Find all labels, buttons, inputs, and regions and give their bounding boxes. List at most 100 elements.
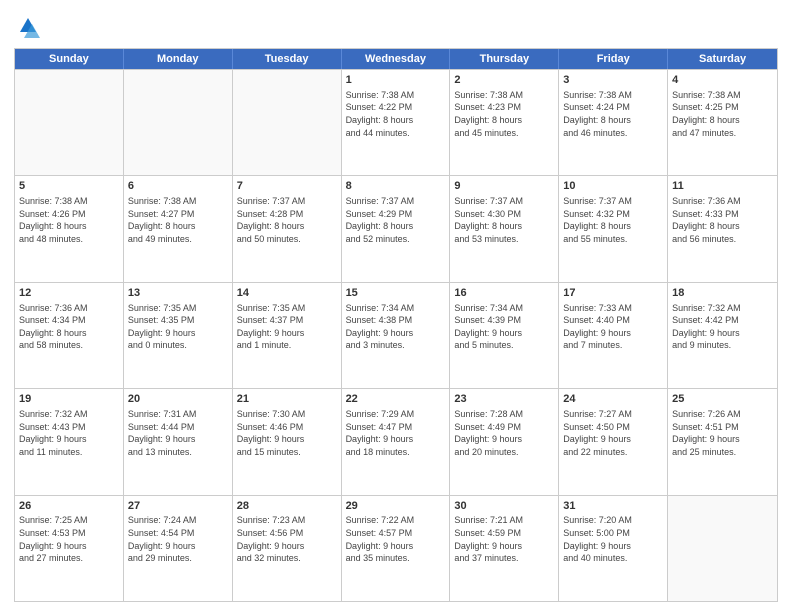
cal-cell: 30Sunrise: 7:21 AM Sunset: 4:59 PM Dayli… [450, 496, 559, 601]
day-number: 19 [19, 392, 119, 407]
cell-content: Sunrise: 7:35 AM Sunset: 4:37 PM Dayligh… [237, 302, 337, 352]
day-number: 30 [454, 499, 554, 514]
cal-cell: 7Sunrise: 7:37 AM Sunset: 4:28 PM Daylig… [233, 176, 342, 281]
day-number: 7 [237, 179, 337, 194]
cell-content: Sunrise: 7:36 AM Sunset: 4:33 PM Dayligh… [672, 195, 773, 245]
cal-cell: 2Sunrise: 7:38 AM Sunset: 4:23 PM Daylig… [450, 70, 559, 175]
cal-cell: 28Sunrise: 7:23 AM Sunset: 4:56 PM Dayli… [233, 496, 342, 601]
day-number: 14 [237, 286, 337, 301]
cal-cell: 21Sunrise: 7:30 AM Sunset: 4:46 PM Dayli… [233, 389, 342, 494]
cell-content: Sunrise: 7:37 AM Sunset: 4:29 PM Dayligh… [346, 195, 446, 245]
cell-content: Sunrise: 7:26 AM Sunset: 4:51 PM Dayligh… [672, 408, 773, 458]
cell-content: Sunrise: 7:37 AM Sunset: 4:30 PM Dayligh… [454, 195, 554, 245]
day-number: 12 [19, 286, 119, 301]
cal-cell: 18Sunrise: 7:32 AM Sunset: 4:42 PM Dayli… [668, 283, 777, 388]
cal-row: 19Sunrise: 7:32 AM Sunset: 4:43 PM Dayli… [15, 388, 777, 494]
cell-content: Sunrise: 7:37 AM Sunset: 4:28 PM Dayligh… [237, 195, 337, 245]
cal-cell [15, 70, 124, 175]
cal-header-day: Saturday [668, 49, 777, 69]
cal-cell [233, 70, 342, 175]
day-number: 13 [128, 286, 228, 301]
cell-content: Sunrise: 7:27 AM Sunset: 4:50 PM Dayligh… [563, 408, 663, 458]
cal-cell: 8Sunrise: 7:37 AM Sunset: 4:29 PM Daylig… [342, 176, 451, 281]
page-container: SundayMondayTuesdayWednesdayThursdayFrid… [0, 0, 792, 612]
cell-content: Sunrise: 7:22 AM Sunset: 4:57 PM Dayligh… [346, 514, 446, 564]
cal-header-day: Friday [559, 49, 668, 69]
cell-content: Sunrise: 7:24 AM Sunset: 4:54 PM Dayligh… [128, 514, 228, 564]
day-number: 17 [563, 286, 663, 301]
cal-cell: 15Sunrise: 7:34 AM Sunset: 4:38 PM Dayli… [342, 283, 451, 388]
day-number: 16 [454, 286, 554, 301]
cell-content: Sunrise: 7:28 AM Sunset: 4:49 PM Dayligh… [454, 408, 554, 458]
day-number: 1 [346, 73, 446, 88]
calendar-header: SundayMondayTuesdayWednesdayThursdayFrid… [15, 49, 777, 69]
day-number: 22 [346, 392, 446, 407]
cell-content: Sunrise: 7:38 AM Sunset: 4:24 PM Dayligh… [563, 89, 663, 139]
cal-header-day: Wednesday [342, 49, 451, 69]
logo [14, 14, 45, 42]
cal-header-day: Thursday [450, 49, 559, 69]
cell-content: Sunrise: 7:25 AM Sunset: 4:53 PM Dayligh… [19, 514, 119, 564]
cal-row: 5Sunrise: 7:38 AM Sunset: 4:26 PM Daylig… [15, 175, 777, 281]
day-number: 18 [672, 286, 773, 301]
cell-content: Sunrise: 7:30 AM Sunset: 4:46 PM Dayligh… [237, 408, 337, 458]
cal-cell: 14Sunrise: 7:35 AM Sunset: 4:37 PM Dayli… [233, 283, 342, 388]
cell-content: Sunrise: 7:38 AM Sunset: 4:22 PM Dayligh… [346, 89, 446, 139]
cal-cell: 25Sunrise: 7:26 AM Sunset: 4:51 PM Dayli… [668, 389, 777, 494]
cal-header-day: Tuesday [233, 49, 342, 69]
cal-cell: 10Sunrise: 7:37 AM Sunset: 4:32 PM Dayli… [559, 176, 668, 281]
cell-content: Sunrise: 7:20 AM Sunset: 5:00 PM Dayligh… [563, 514, 663, 564]
day-number: 23 [454, 392, 554, 407]
cal-cell: 4Sunrise: 7:38 AM Sunset: 4:25 PM Daylig… [668, 70, 777, 175]
cell-content: Sunrise: 7:38 AM Sunset: 4:23 PM Dayligh… [454, 89, 554, 139]
cal-cell: 17Sunrise: 7:33 AM Sunset: 4:40 PM Dayli… [559, 283, 668, 388]
day-number: 20 [128, 392, 228, 407]
cell-content: Sunrise: 7:33 AM Sunset: 4:40 PM Dayligh… [563, 302, 663, 352]
cal-cell: 26Sunrise: 7:25 AM Sunset: 4:53 PM Dayli… [15, 496, 124, 601]
cal-cell: 3Sunrise: 7:38 AM Sunset: 4:24 PM Daylig… [559, 70, 668, 175]
header [14, 10, 778, 42]
cal-cell: 24Sunrise: 7:27 AM Sunset: 4:50 PM Dayli… [559, 389, 668, 494]
day-number: 26 [19, 499, 119, 514]
cell-content: Sunrise: 7:21 AM Sunset: 4:59 PM Dayligh… [454, 514, 554, 564]
day-number: 31 [563, 499, 663, 514]
day-number: 15 [346, 286, 446, 301]
cal-header-day: Sunday [15, 49, 124, 69]
cal-row: 12Sunrise: 7:36 AM Sunset: 4:34 PM Dayli… [15, 282, 777, 388]
day-number: 29 [346, 499, 446, 514]
day-number: 5 [19, 179, 119, 194]
day-number: 25 [672, 392, 773, 407]
cell-content: Sunrise: 7:38 AM Sunset: 4:26 PM Dayligh… [19, 195, 119, 245]
cal-row: 1Sunrise: 7:38 AM Sunset: 4:22 PM Daylig… [15, 69, 777, 175]
day-number: 28 [237, 499, 337, 514]
cal-cell: 1Sunrise: 7:38 AM Sunset: 4:22 PM Daylig… [342, 70, 451, 175]
cal-cell: 9Sunrise: 7:37 AM Sunset: 4:30 PM Daylig… [450, 176, 559, 281]
cal-cell: 16Sunrise: 7:34 AM Sunset: 4:39 PM Dayli… [450, 283, 559, 388]
cal-cell: 5Sunrise: 7:38 AM Sunset: 4:26 PM Daylig… [15, 176, 124, 281]
calendar-body: 1Sunrise: 7:38 AM Sunset: 4:22 PM Daylig… [15, 69, 777, 601]
cell-content: Sunrise: 7:38 AM Sunset: 4:27 PM Dayligh… [128, 195, 228, 245]
cell-content: Sunrise: 7:37 AM Sunset: 4:32 PM Dayligh… [563, 195, 663, 245]
cal-header-day: Monday [124, 49, 233, 69]
day-number: 9 [454, 179, 554, 194]
logo-icon [14, 14, 42, 42]
day-number: 4 [672, 73, 773, 88]
cal-cell: 13Sunrise: 7:35 AM Sunset: 4:35 PM Dayli… [124, 283, 233, 388]
day-number: 27 [128, 499, 228, 514]
day-number: 3 [563, 73, 663, 88]
cell-content: Sunrise: 7:36 AM Sunset: 4:34 PM Dayligh… [19, 302, 119, 352]
cell-content: Sunrise: 7:23 AM Sunset: 4:56 PM Dayligh… [237, 514, 337, 564]
cell-content: Sunrise: 7:31 AM Sunset: 4:44 PM Dayligh… [128, 408, 228, 458]
cell-content: Sunrise: 7:34 AM Sunset: 4:38 PM Dayligh… [346, 302, 446, 352]
cal-cell: 19Sunrise: 7:32 AM Sunset: 4:43 PM Dayli… [15, 389, 124, 494]
cell-content: Sunrise: 7:32 AM Sunset: 4:42 PM Dayligh… [672, 302, 773, 352]
cal-cell: 12Sunrise: 7:36 AM Sunset: 4:34 PM Dayli… [15, 283, 124, 388]
day-number: 8 [346, 179, 446, 194]
cal-cell: 29Sunrise: 7:22 AM Sunset: 4:57 PM Dayli… [342, 496, 451, 601]
cal-row: 26Sunrise: 7:25 AM Sunset: 4:53 PM Dayli… [15, 495, 777, 601]
cal-cell [124, 70, 233, 175]
cal-cell [668, 496, 777, 601]
cal-cell: 6Sunrise: 7:38 AM Sunset: 4:27 PM Daylig… [124, 176, 233, 281]
cell-content: Sunrise: 7:29 AM Sunset: 4:47 PM Dayligh… [346, 408, 446, 458]
cell-content: Sunrise: 7:32 AM Sunset: 4:43 PM Dayligh… [19, 408, 119, 458]
